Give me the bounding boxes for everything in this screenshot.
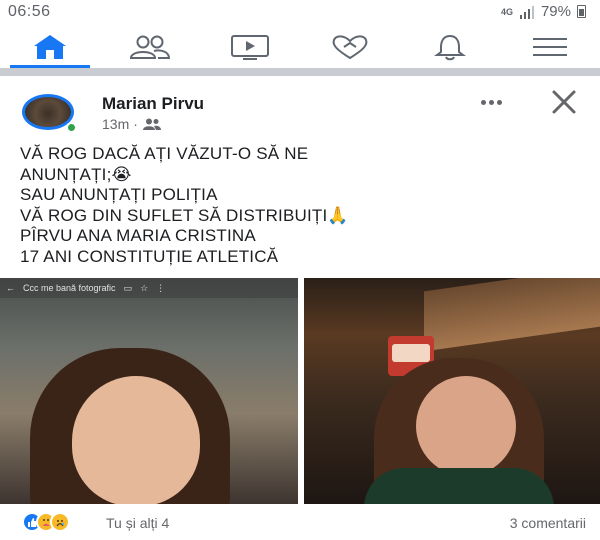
menu-icon [533,38,567,56]
friends-icon [129,35,171,59]
back-arrow-icon: ← [6,283,15,293]
status-time: 06:56 [8,3,51,20]
screenshot-toolbar: ← Ccc me bană fotografic ▭ ☆ ⋮ [0,278,298,298]
star-icon: ☆ [140,282,149,293]
battery-percent: 79% [540,3,571,20]
tab-menu[interactable] [500,26,600,68]
post-time[interactable]: 13m [102,116,129,132]
top-nav-bar [0,26,600,68]
watch-icon [231,35,269,60]
post-text-line: PÎRVU ANA MARIA CRISTINA [20,226,256,245]
more-dot-icon [480,99,486,105]
photo-subject-shirt [364,468,554,504]
status-icons: 4G 79% [501,3,586,20]
more-options-button[interactable] [474,92,508,112]
photo-background-awning [424,278,600,352]
notifications-bell-icon [434,34,466,61]
meta-separator: · [133,116,138,132]
home-icon [34,35,66,59]
close-icon[interactable] [550,88,578,116]
cast-icon: ▭ [123,282,133,293]
post-text: VĂ ROG DACĂ AȚI VĂZUT-O SĂ NE ANUNȚAȚI;😭… [20,144,590,267]
photo-background-sign-light [392,344,430,362]
friends-audience-icon [142,118,161,130]
dating-heart-icon [332,35,368,60]
post-photo-left[interactable]: ← Ccc me bană fotografic ▭ ☆ ⋮ [0,278,298,504]
photo-subject-face [416,376,516,476]
kebab-icon: ⋮ [156,282,166,293]
tab-dating[interactable] [300,26,400,68]
post-author-name[interactable]: Marian Pirvu [102,94,204,114]
comments-count[interactable]: 3 comentarii [510,515,586,531]
tab-notifications[interactable] [400,26,500,68]
photo-subject-face [72,376,200,504]
post-photo-right[interactable] [304,278,600,504]
post-text-line: VĂ ROG DACĂ AȚI VĂZUT-O SĂ NE [20,144,309,163]
post-text-line: SAU ANUNȚAȚI POLIȚIA [20,185,218,204]
network-type: 4G [500,6,513,17]
post-card: Marian Pirvu 13m · VĂ ROG DACĂ AȚI VĂZUT… [0,82,600,540]
post-text-line: ANUNȚAȚI;😭 [20,164,132,184]
reaction-icons[interactable] [22,512,70,532]
nav-divider [0,68,600,76]
more-dot-icon [488,99,494,105]
reactors-summary[interactable]: Tu și alți 4 [106,515,169,531]
post-meta: 13m · [102,116,162,132]
more-dot-icon [496,99,502,105]
post-text-line: 17 ANI CONSTITUȚIE ATLETICĂ [20,246,279,266]
tab-watch[interactable] [200,26,300,68]
post-footer: Tu și alți 4 3 comentarii [6,506,596,540]
tab-home[interactable] [0,26,100,68]
screenshot-caption: Ccc me bană fotografic [23,283,116,293]
sad-reaction-icon [50,512,70,532]
post-text-line: VĂ ROG DIN SUFLET SĂ DISTRIBUIȚI🙏 [20,205,349,225]
online-status-dot [66,122,77,133]
battery-icon [577,5,586,18]
signal-icon [519,5,534,19]
status-bar: 06:56 4G 79% [0,0,600,26]
tab-friends[interactable] [100,26,200,68]
